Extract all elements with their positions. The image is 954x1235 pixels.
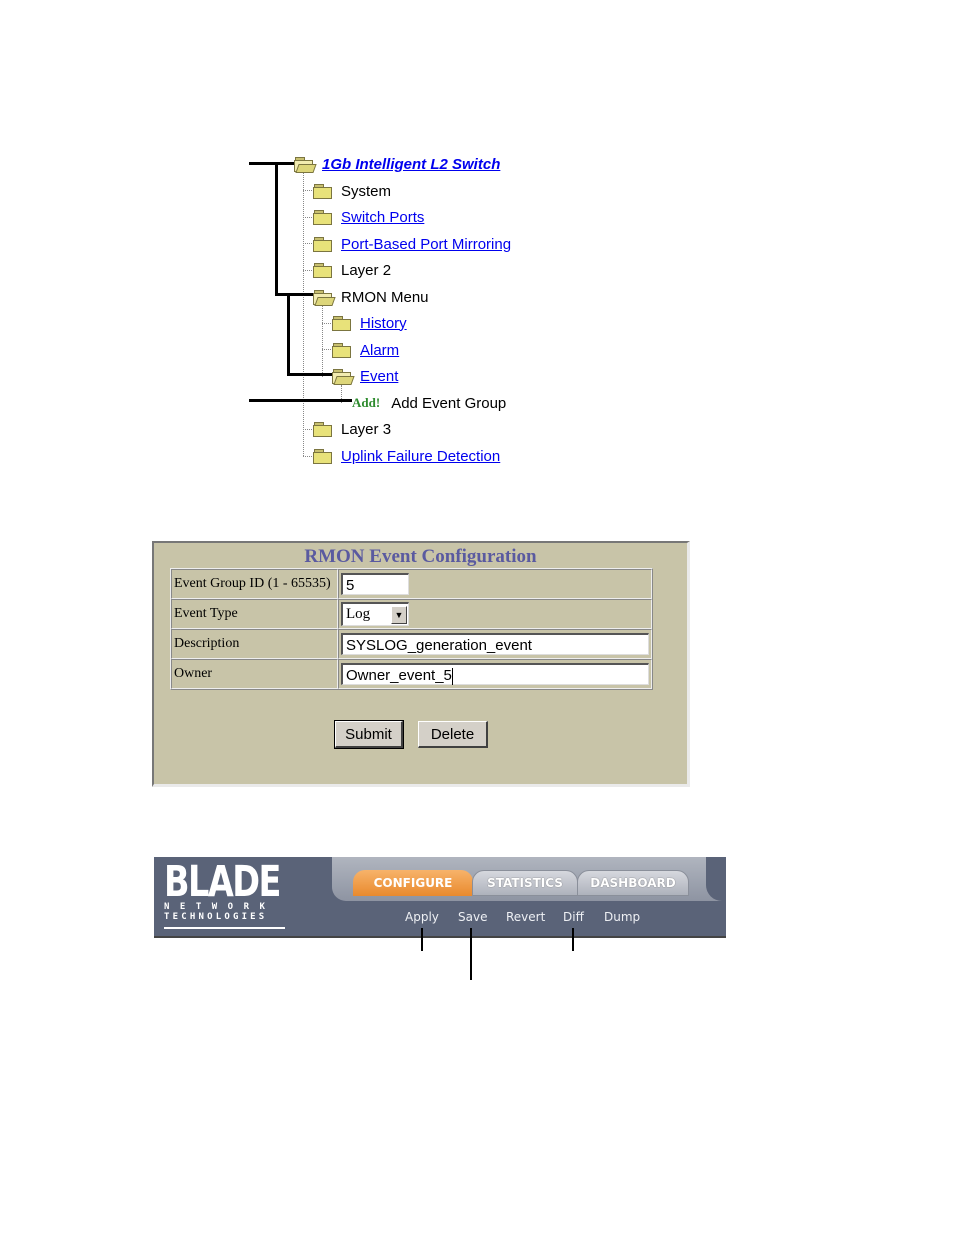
tree-root-label[interactable]: 1Gb Intelligent L2 Switch	[322, 156, 500, 173]
field-label: Event Group ID (1 - 65535)	[171, 569, 338, 599]
tree-guide-line	[322, 349, 331, 350]
owner-value: Owner_event_5	[346, 667, 452, 684]
chevron-down-icon[interactable]: ▼	[391, 605, 407, 624]
tree-guide-line	[303, 456, 312, 457]
callout-line	[275, 162, 278, 296]
blade-logo: BLADE	[164, 857, 281, 907]
tree-label[interactable]: Uplink Failure Detection	[341, 448, 500, 465]
tree-label[interactable]: History	[360, 315, 407, 332]
folder-icon	[313, 237, 332, 252]
folder-icon	[313, 210, 332, 225]
select-value: Log	[346, 606, 371, 622]
tree-guide-line	[322, 323, 331, 324]
callout-line	[249, 399, 352, 402]
diff-link[interactable]: Diff	[563, 910, 584, 924]
callout-line	[287, 373, 332, 376]
tree-guide-line	[303, 429, 312, 430]
delete-button[interactable]: Delete	[418, 721, 488, 748]
table-row: Event Type Log ▼	[171, 599, 652, 629]
tree-node-port-mirroring[interactable]: Port-Based Port Mirroring	[313, 233, 511, 255]
tree-node-uplink-failure[interactable]: Uplink Failure Detection	[313, 445, 500, 467]
tree-node-system[interactable]: System	[313, 180, 391, 202]
tree-node-add-event-group[interactable]: Add! Add Event Group	[352, 392, 506, 414]
revert-link[interactable]: Revert	[506, 910, 545, 924]
tree-guide-line	[322, 305, 323, 377]
callout-line	[470, 928, 472, 980]
tree-label[interactable]: Layer 2	[341, 262, 391, 279]
tab-dashboard[interactable]: DASHBOARD	[577, 870, 689, 896]
apply-link[interactable]: Apply	[405, 910, 439, 924]
folder-icon	[313, 422, 332, 437]
dump-link[interactable]: Dump	[604, 910, 640, 924]
tree-guide-line	[303, 190, 312, 191]
tree-guide-line	[303, 270, 312, 271]
tree-label[interactable]: Add Event Group	[391, 395, 506, 412]
header-bottom-edge	[154, 936, 726, 938]
tree-node-event[interactable]: Event	[332, 365, 398, 387]
logo-subtitle: NETWORK	[164, 902, 276, 912]
tree-label[interactable]: Port-Based Port Mirroring	[341, 236, 511, 253]
tree-guide-line	[303, 243, 312, 244]
tree-node-layer3[interactable]: Layer 3	[313, 418, 391, 440]
table-row: Event Group ID (1 - 65535) 5	[171, 569, 652, 599]
tab-band-edge	[706, 857, 726, 901]
tree-guide-line	[303, 172, 304, 456]
tree-node-alarm[interactable]: Alarm	[332, 339, 399, 361]
field-label: Event Type	[171, 599, 338, 629]
event-type-select[interactable]: Log ▼	[341, 602, 409, 626]
add-badge-icon: Add!	[352, 395, 381, 410]
tree-label[interactable]: Alarm	[360, 342, 399, 359]
app-header-bar: BLADE NETWORK TECHNOLOGIES CONFIGURE STA…	[154, 857, 726, 937]
table-row: Description SYSLOG_generation_event	[171, 629, 652, 659]
folder-open-icon	[294, 157, 317, 173]
folder-icon	[332, 316, 351, 331]
callout-line	[421, 928, 423, 951]
folder-icon	[313, 184, 332, 199]
tree-label[interactable]: System	[341, 183, 391, 200]
folder-open-icon	[332, 369, 355, 385]
tree-node-root[interactable]: 1Gb Intelligent L2 Switch	[294, 153, 500, 175]
description-input[interactable]: SYSLOG_generation_event	[341, 633, 649, 655]
tree-label[interactable]: Switch Ports	[341, 209, 424, 226]
tree-label[interactable]: Event	[360, 368, 398, 385]
callout-line	[249, 162, 294, 165]
tab-configure[interactable]: CONFIGURE	[353, 870, 473, 896]
tree-guide-line	[303, 217, 312, 218]
rmon-event-config-panel: RMON Event Configuration Event Group ID …	[152, 541, 690, 787]
field-label: Owner	[171, 659, 338, 689]
tree-label[interactable]: RMON Menu	[341, 289, 429, 306]
tree-node-layer2[interactable]: Layer 2	[313, 259, 391, 281]
folder-icon	[313, 449, 332, 464]
folder-icon	[332, 343, 351, 358]
tree-node-switch-ports[interactable]: Switch Ports	[313, 206, 424, 228]
panel-title: RMON Event Configuration	[304, 546, 537, 567]
field-label: Description	[171, 629, 338, 659]
tree-label[interactable]: Layer 3	[341, 421, 391, 438]
folder-open-icon	[313, 290, 336, 306]
save-link[interactable]: Save	[458, 910, 487, 924]
tab-statistics[interactable]: STATISTICS	[472, 870, 578, 896]
submit-button[interactable]: Submit	[334, 720, 404, 749]
event-group-id-input[interactable]: 5	[341, 573, 409, 595]
tree-node-rmon-menu[interactable]: RMON Menu	[313, 286, 429, 308]
tree-node-history[interactable]: History	[332, 312, 407, 334]
config-table: Event Group ID (1 - 65535) 5 Event Type …	[170, 568, 653, 690]
folder-icon	[313, 263, 332, 278]
callout-line	[275, 293, 313, 296]
table-row: Owner Owner_event_5	[171, 659, 652, 689]
logo-underline	[164, 927, 285, 929]
logo-subtitle: TECHNOLOGIES	[164, 912, 268, 922]
callout-line	[572, 928, 574, 951]
text-caret	[451, 667, 453, 685]
owner-input[interactable]: Owner_event_5	[341, 663, 649, 685]
callout-line	[287, 296, 290, 376]
navigation-tree: 1Gb Intelligent L2 Switch System Switch …	[0, 0, 954, 480]
